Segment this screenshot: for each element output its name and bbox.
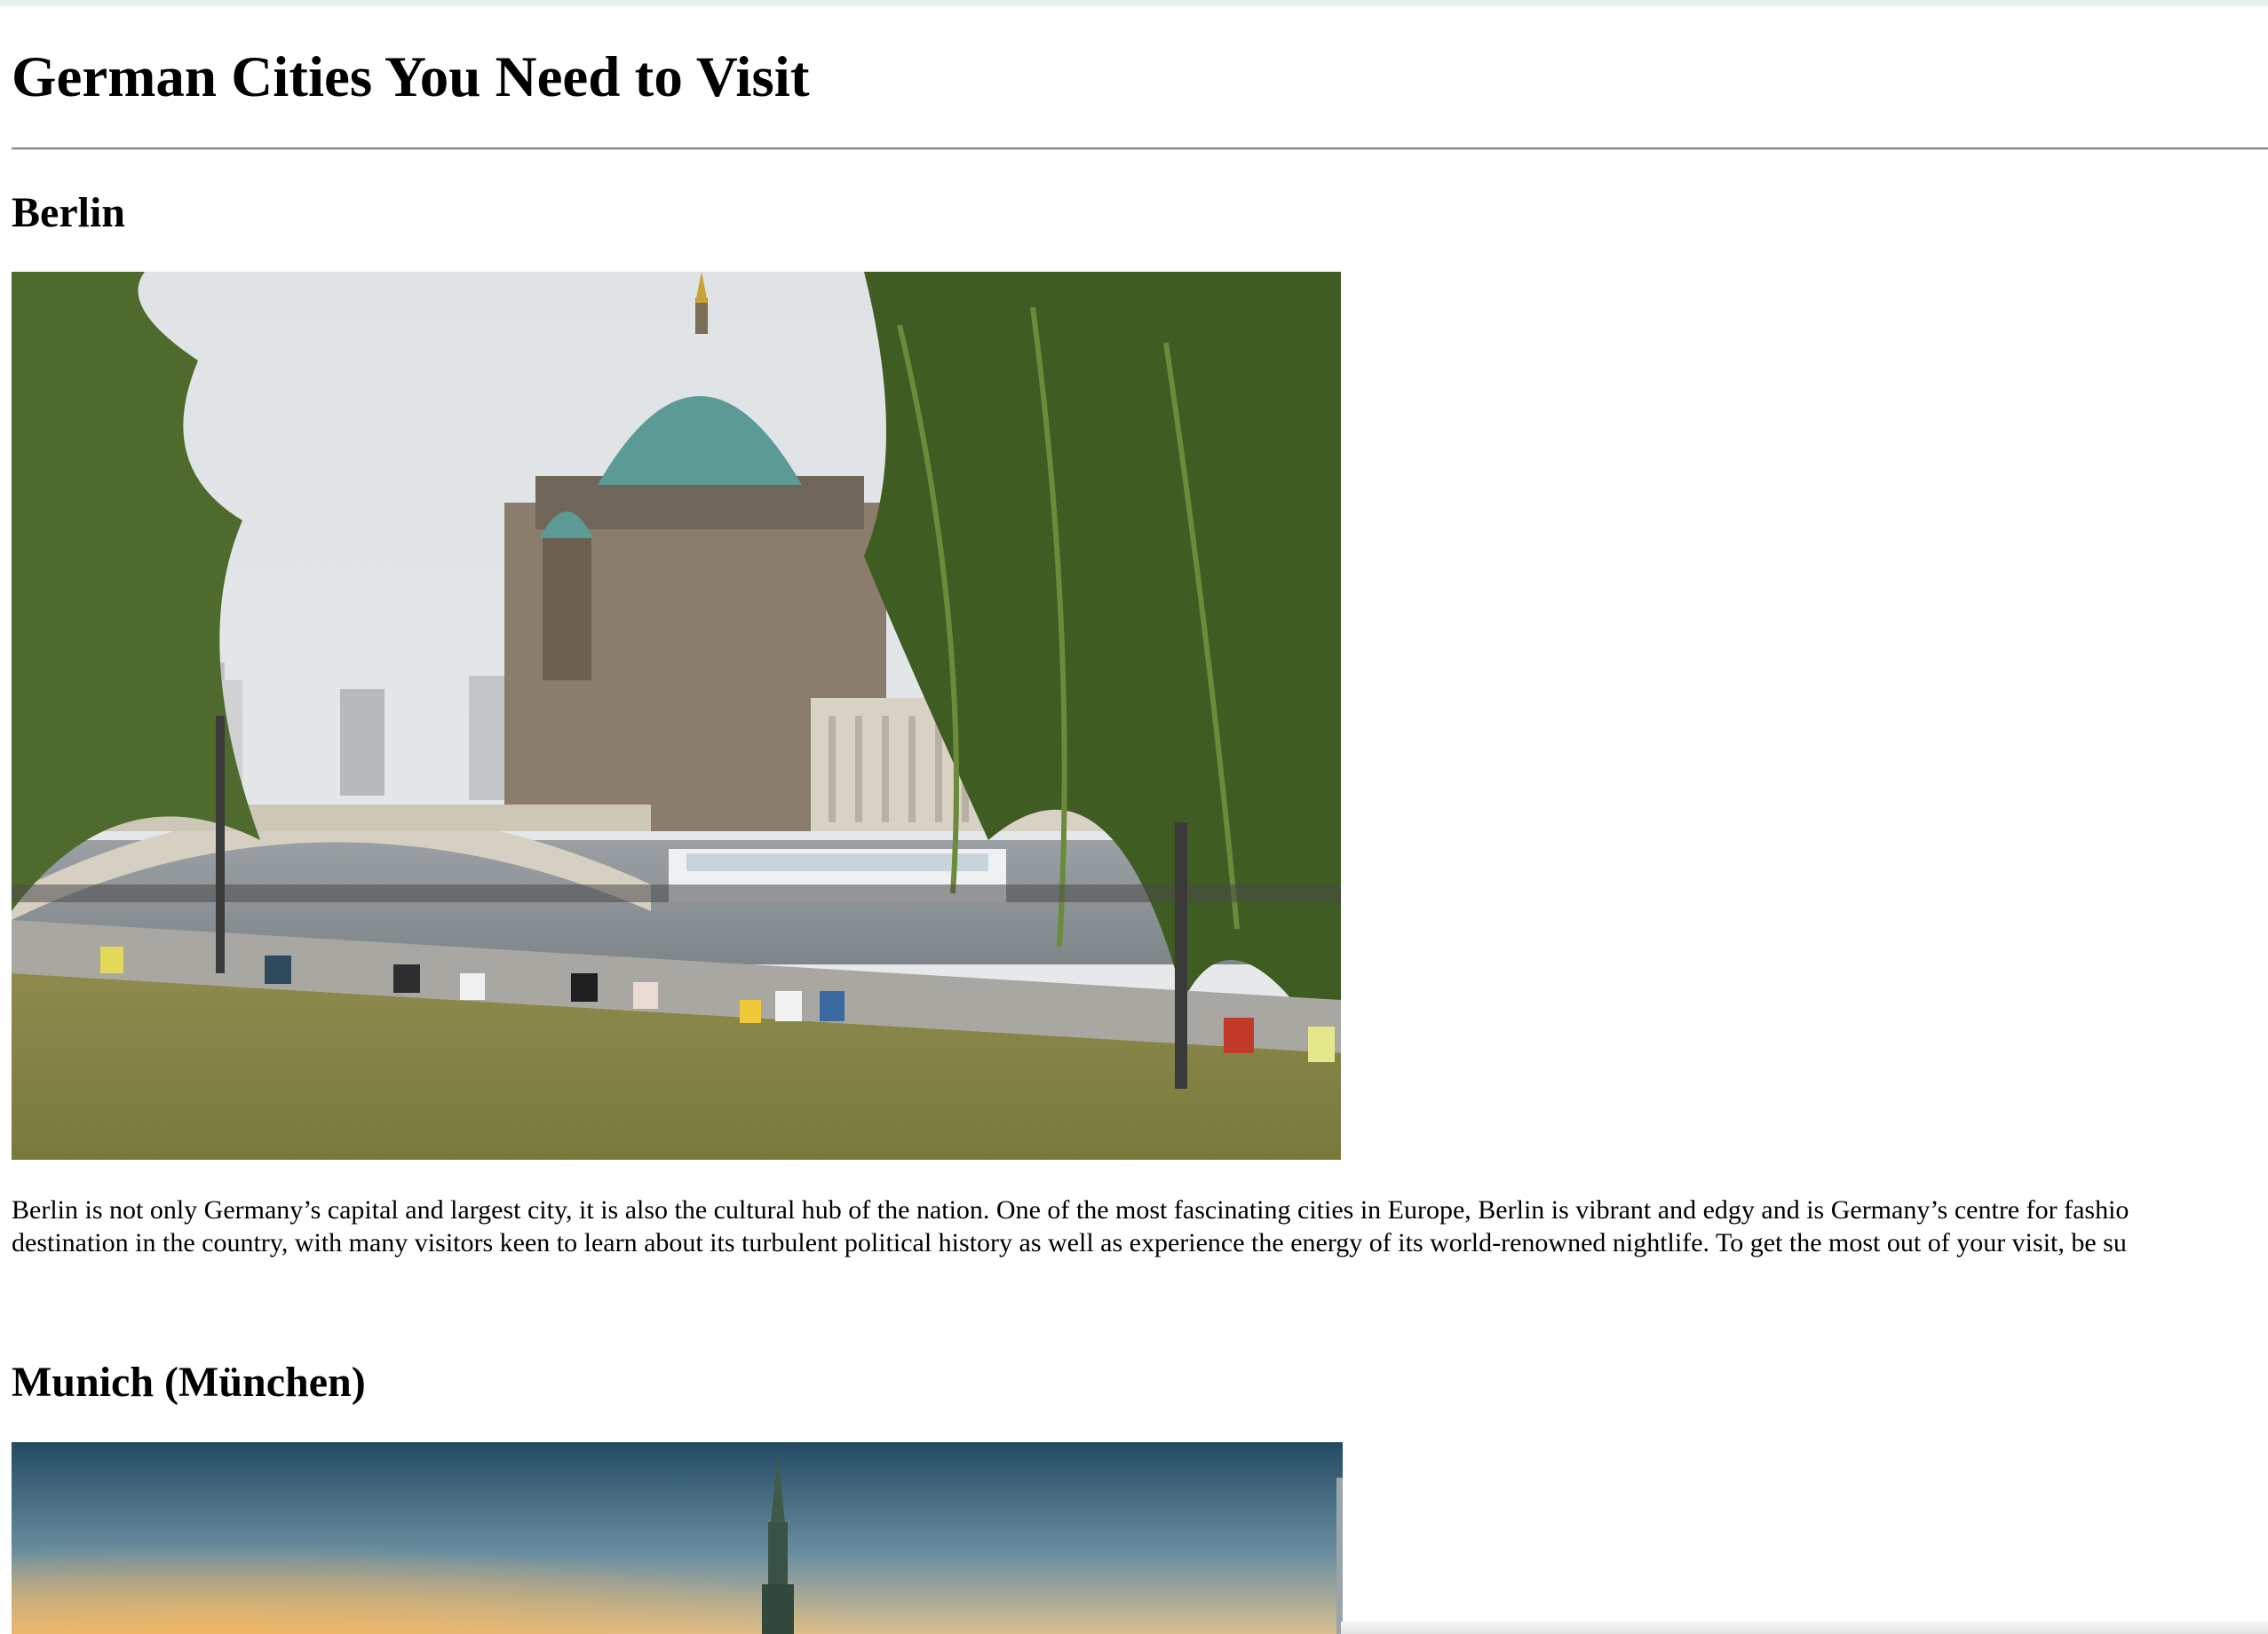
page-title: German Cities You Need to Visit xyxy=(12,45,810,109)
munich-photo xyxy=(12,1442,1343,1634)
berlin-description: Berlin is not only Germany’s capital and… xyxy=(12,1194,2268,1259)
berlin-photo xyxy=(12,272,1341,1160)
section-heading-munich: Munich (München) xyxy=(12,1359,366,1406)
berlin-description-line: destination in the country, with many vi… xyxy=(12,1228,2127,1257)
browser-bottom-edge xyxy=(1341,1622,2268,1634)
section-heading-berlin: Berlin xyxy=(12,189,125,236)
berlin-description-line: Berlin is not only Germany’s capital and… xyxy=(12,1195,2129,1225)
title-divider xyxy=(12,147,2268,150)
page-content: German Cities You Need to Visit Berlin B… xyxy=(12,0,2268,1634)
